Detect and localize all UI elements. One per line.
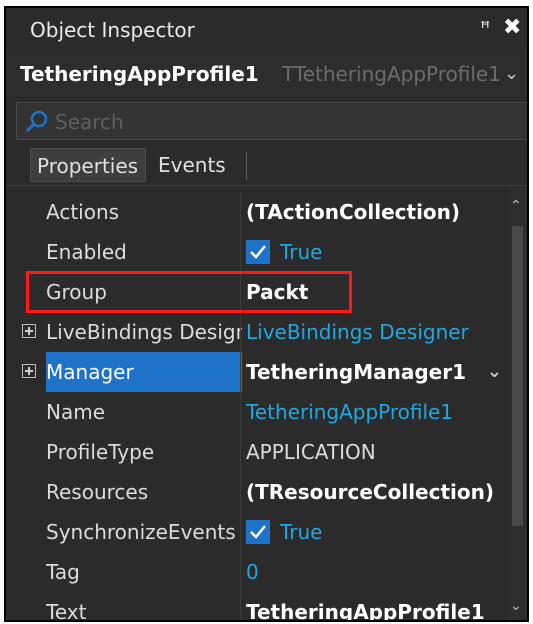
property-value: True	[280, 240, 323, 264]
property-name: Text	[46, 600, 87, 622]
search-input[interactable]	[53, 107, 517, 137]
expand-icon[interactable]	[22, 324, 36, 338]
object-inspector-panel: Object Inspector ꟸ ✖ TetheringAppProfile…	[4, 6, 529, 622]
tab-divider	[246, 152, 247, 180]
property-name: Tag	[46, 560, 80, 584]
vertical-scrollbar[interactable]: ⌃ ⌄	[508, 186, 527, 620]
chevron-up-icon[interactable]: ⌃	[510, 198, 522, 214]
property-value[interactable]: (TActionCollection)	[246, 192, 508, 232]
property-row-profiletype[interactable]: ProfileType APPLICATION	[6, 432, 508, 472]
property-name: Enabled	[46, 240, 127, 264]
object-class: TTetheringAppProfile1	[282, 62, 501, 86]
object-selector[interactable]: TetheringAppProfile1 TTetheringAppProfil…	[6, 50, 527, 96]
property-row-tag[interactable]: Tag 0	[6, 552, 508, 592]
search-icon	[25, 110, 48, 133]
chevron-down-icon[interactable]: ⌄	[510, 598, 522, 614]
property-row-synchronizeevents[interactable]: SynchronizeEvents True	[6, 512, 508, 552]
property-row-name[interactable]: Name TetheringAppProfile1	[6, 392, 508, 432]
property-value-wrapper: True	[246, 232, 508, 272]
property-value[interactable]: APPLICATION	[246, 432, 508, 472]
chevron-down-icon[interactable]: ⌄	[504, 63, 519, 84]
close-icon[interactable]: ✖	[503, 15, 521, 40]
property-row-actions[interactable]: Actions (TActionCollection)	[6, 192, 508, 232]
tab-bar: Properties Events	[6, 144, 527, 186]
property-name: Actions	[46, 200, 120, 224]
property-value[interactable]: TetheringAppProfile1	[246, 392, 508, 432]
property-name: ProfileType	[46, 440, 155, 464]
property-row-text[interactable]: Text TetheringAppProfile1	[6, 592, 508, 622]
panel-title: Object Inspector	[30, 18, 195, 42]
property-row-livebindings[interactable]: LiveBindings Designer LiveBindings Desig…	[6, 312, 508, 352]
checkmark-icon	[250, 244, 266, 259]
property-row-group[interactable]: Group Packt	[6, 272, 508, 312]
property-value: True	[280, 520, 323, 544]
property-name: LiveBindings Designer	[46, 320, 242, 344]
object-name: TetheringAppProfile1	[20, 62, 259, 86]
chevron-down-icon[interactable]: ⌄	[487, 352, 502, 392]
property-row-enabled[interactable]: Enabled True	[6, 232, 508, 272]
property-name: Name	[46, 400, 106, 424]
property-name: SynchronizeEvents	[46, 520, 236, 544]
property-row-manager[interactable]: Manager TetheringManager1 ⌄	[6, 352, 508, 392]
property-value[interactable]: TetheringAppProfile1	[246, 592, 508, 620]
property-value-wrapper: True	[246, 512, 508, 552]
property-name: Group	[46, 280, 107, 304]
property-value[interactable]: Packt	[246, 272, 508, 312]
enabled-checkbox[interactable]	[246, 239, 270, 264]
pin-icon[interactable]: ꟸ	[480, 18, 490, 39]
property-value[interactable]: (TResourceCollection)	[246, 472, 508, 512]
synchronize-events-checkbox[interactable]	[246, 519, 270, 544]
property-value: TetheringManager1	[246, 360, 466, 384]
property-value-wrapper[interactable]: TetheringManager1 ⌄	[246, 352, 508, 392]
property-value[interactable]: 0	[246, 552, 508, 592]
tab-events[interactable]: Events	[152, 148, 250, 182]
property-name: Manager	[46, 352, 242, 392]
property-value[interactable]: LiveBindings Designer	[246, 312, 508, 352]
tab-properties[interactable]: Properties	[30, 148, 146, 182]
checkmark-icon	[250, 524, 266, 539]
title-bar: Object Inspector ꟸ ✖	[6, 8, 527, 50]
scroll-thumb[interactable]	[512, 226, 523, 526]
property-grid: Actions (TActionCollection) Enabled True…	[6, 186, 508, 622]
property-row-resources[interactable]: Resources (TResourceCollection)	[6, 472, 508, 512]
expand-icon[interactable]	[22, 364, 36, 378]
property-name: Resources	[46, 480, 149, 504]
search-box[interactable]	[16, 102, 527, 140]
